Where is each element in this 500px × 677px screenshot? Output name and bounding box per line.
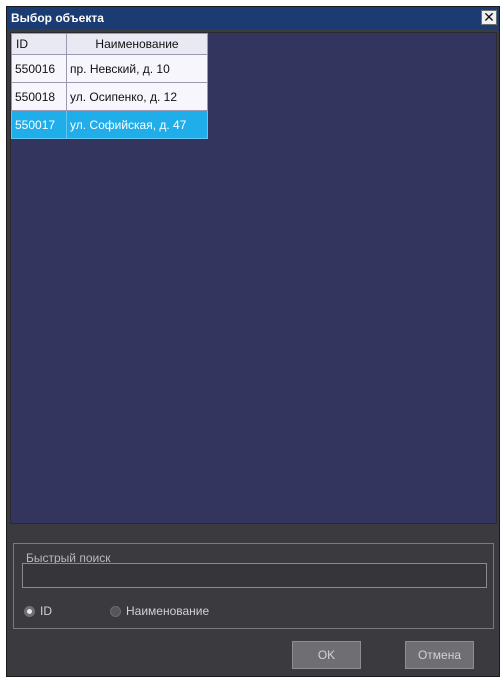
ok-button[interactable]: OK <box>292 641 361 669</box>
window-title: Выбор объекта <box>11 11 104 25</box>
titlebar: Выбор объекта ✕ <box>7 7 499 29</box>
cell-name: ул. Софийская, д. 47 <box>66 110 208 139</box>
cell-id: 550017 <box>11 110 67 139</box>
radio-label-id: ID <box>40 604 52 618</box>
object-table: ID Наименование 550016 пр. Невский, д. 1… <box>11 33 208 139</box>
table-row[interactable]: 550018 ул. Осипенко, д. 12 <box>11 82 208 111</box>
radio-search-by-id[interactable]: ID <box>24 603 52 619</box>
cell-id: 550016 <box>11 54 67 83</box>
cell-name: ул. Осипенко, д. 12 <box>66 82 208 111</box>
cell-name: пр. Невский, д. 10 <box>66 54 208 83</box>
select-object-dialog: Выбор объекта ✕ ID Наименование 550016 п… <box>6 6 500 677</box>
cancel-button[interactable]: Отмена <box>405 641 474 669</box>
search-input[interactable] <box>22 563 487 588</box>
table-header-row: ID Наименование <box>11 33 208 55</box>
table-row[interactable]: 550016 пр. Невский, д. 10 <box>11 54 208 83</box>
cell-id: 550018 <box>11 82 67 111</box>
object-list: ID Наименование 550016 пр. Невский, д. 1… <box>10 32 497 524</box>
radio-checked-icon <box>24 606 35 617</box>
close-button[interactable]: ✕ <box>481 10 497 25</box>
radio-label-name: Наименование <box>126 604 210 618</box>
search-panel: Быстрый поиск ID Наименование OK Отмена <box>10 527 497 673</box>
radio-search-by-name[interactable]: Наименование <box>110 603 209 619</box>
column-header-id[interactable]: ID <box>11 33 67 55</box>
radio-unchecked-icon <box>110 606 121 617</box>
column-header-name[interactable]: Наименование <box>66 33 208 55</box>
table-row-selected[interactable]: 550017 ул. Софийская, д. 47 <box>11 110 208 139</box>
close-icon: ✕ <box>483 9 495 25</box>
